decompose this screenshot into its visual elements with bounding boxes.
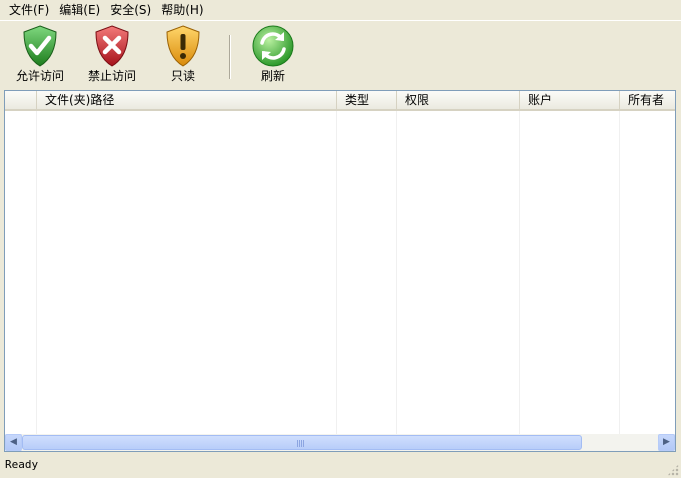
status-bar: Ready <box>0 454 681 478</box>
toolbar-separator <box>229 35 231 79</box>
shield-x-icon <box>95 25 129 67</box>
column-header-account[interactable]: 账户 <box>520 91 620 109</box>
column-divider <box>336 111 337 435</box>
column-divider <box>619 111 620 435</box>
column-header-owner[interactable]: 所有者 <box>620 91 675 109</box>
readonly-label: 只读 <box>170 69 195 83</box>
allow-access-label: 允许访问 <box>15 69 64 83</box>
list-header: 文件(夹)路径 类型 权限 账户 所有者 <box>5 91 675 111</box>
resize-grip-icon[interactable] <box>667 464 679 476</box>
scroll-right-button[interactable]: ▶ <box>658 434 675 451</box>
scroll-left-button[interactable]: ◀ <box>5 434 22 451</box>
horizontal-scrollbar[interactable]: ◀ ▶ <box>5 434 675 451</box>
deny-access-button[interactable]: 禁止访问 <box>84 23 140 87</box>
file-permission-list[interactable]: 文件(夹)路径 类型 权限 账户 所有者 ◀ ▶ <box>4 90 676 452</box>
grip-icon <box>297 440 305 447</box>
menu-bar: 文件(F) 编辑(E) 安全(S) 帮助(H) <box>0 0 681 20</box>
chevron-right-icon: ▶ <box>663 437 670 447</box>
shield-check-icon <box>23 25 57 67</box>
refresh-label: 刷新 <box>260 69 285 83</box>
refresh-icon <box>252 25 294 67</box>
allow-access-button[interactable]: 允许访问 <box>12 23 68 87</box>
toolbar: 允许访问 禁止访问 只读 刷新 <box>0 20 681 90</box>
refresh-button[interactable]: 刷新 <box>246 23 300 87</box>
column-header-index[interactable] <box>5 91 37 109</box>
column-divider <box>519 111 520 435</box>
column-header-type[interactable]: 类型 <box>337 91 397 109</box>
column-header-path[interactable]: 文件(夹)路径 <box>37 91 337 109</box>
column-divider <box>396 111 397 435</box>
shield-warning-icon <box>166 25 200 67</box>
menu-file[interactable]: 文件(F) <box>4 1 54 19</box>
menu-security[interactable]: 安全(S) <box>105 1 156 19</box>
deny-access-label: 禁止访问 <box>87 69 136 83</box>
column-header-permission[interactable]: 权限 <box>397 91 520 109</box>
column-divider <box>36 111 37 435</box>
chevron-left-icon: ◀ <box>10 437 17 447</box>
status-text: Ready <box>5 458 39 471</box>
menu-help[interactable]: 帮助(H) <box>156 1 208 19</box>
readonly-button[interactable]: 只读 <box>158 23 208 87</box>
menu-edit[interactable]: 编辑(E) <box>54 1 105 19</box>
scrollbar-thumb[interactable] <box>22 435 582 450</box>
